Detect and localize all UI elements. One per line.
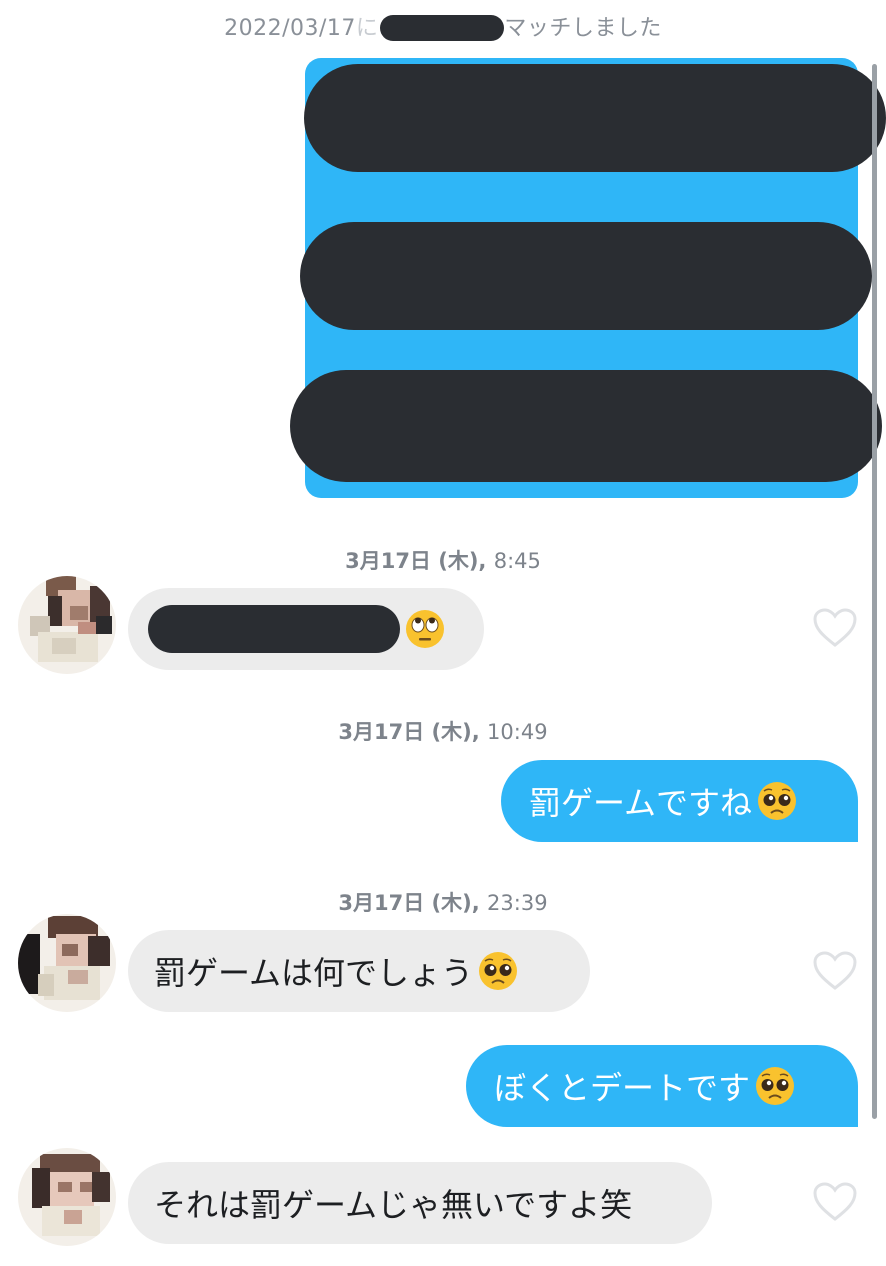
message-text: ぼくとデートです — [494, 1069, 751, 1107]
message-text: 罰ゲームですね — [529, 784, 753, 822]
pleading-face-icon — [756, 1067, 795, 1105]
timestamp-time: 8:45 — [493, 549, 541, 573]
face-with-rolling-eyes-icon — [406, 610, 444, 648]
avatar[interactable] — [18, 576, 116, 674]
match-date: 2022/03/17 — [224, 16, 356, 41]
timestamp: 3月17日 (木), 10:49 — [0, 716, 886, 746]
timestamp: 3月17日 (木), 23:39 — [0, 887, 886, 917]
received-message-bubble[interactable]: それは罰ゲームじゃ無いですよ笑 — [128, 1162, 712, 1244]
timestamp-time: 23:39 — [487, 891, 548, 915]
timestamp: 3月17日 (木), 8:45 — [0, 545, 886, 575]
avatar-pixelated-image — [18, 1148, 116, 1246]
redaction-bar-3 — [290, 370, 882, 482]
avatar[interactable] — [18, 914, 116, 1012]
timestamp-date: 3月17日 (木), — [338, 720, 480, 744]
match-sep: に — [355, 16, 379, 41]
pleading-face-icon — [479, 952, 518, 990]
received-message-bubble[interactable]: 罰ゲームは何でしょう — [128, 930, 590, 1012]
match-banner: 2022/03/17に マッチしました — [0, 10, 886, 42]
message-text: 罰ゲームは何でしょう — [154, 954, 474, 992]
heart-outline-icon[interactable] — [812, 950, 858, 992]
sent-message-bubble[interactable]: 罰ゲームですね — [501, 760, 858, 842]
scrollbar[interactable] — [872, 64, 877, 1119]
message-text: それは罰ゲームじゃ無いですよ笑 — [154, 1186, 633, 1224]
redaction-bar — [148, 605, 400, 653]
match-text: マッチしました — [504, 16, 662, 41]
heart-outline-icon[interactable] — [812, 607, 858, 649]
redaction-bar-1 — [304, 64, 886, 172]
redacted-name — [380, 15, 505, 41]
received-message-bubble[interactable] — [128, 588, 484, 670]
heart-outline-icon[interactable] — [812, 1181, 858, 1223]
timestamp-time: 10:49 — [487, 720, 548, 744]
avatar-pixelated-image — [18, 576, 116, 674]
redaction-bar-2 — [300, 222, 872, 330]
timestamp-date: 3月17日 (木), — [338, 891, 480, 915]
timestamp-date: 3月17日 (木), — [345, 549, 487, 573]
sent-message-bubble[interactable]: ぼくとデートです — [466, 1045, 858, 1127]
pleading-face-icon — [758, 782, 797, 820]
avatar-pixelated-image — [18, 914, 116, 1012]
avatar[interactable] — [18, 1148, 116, 1246]
